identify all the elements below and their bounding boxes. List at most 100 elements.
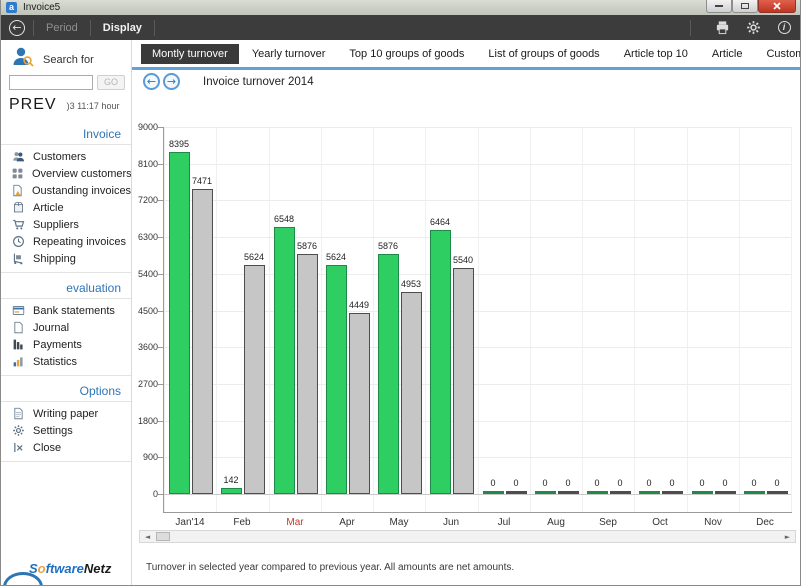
toolbar-separator (90, 20, 91, 36)
tab-yearly-turnover[interactable]: Yearly turnover (241, 44, 337, 64)
sidebar-item-settings[interactable]: Settings (1, 422, 131, 439)
tab-montly-turnover[interactable]: Montly turnover (141, 44, 239, 64)
next-year-button[interactable]: → (163, 73, 180, 90)
app-window: a Invoice5 ← Period Display (0, 0, 801, 586)
gridline-vertical (321, 127, 322, 512)
month-label-mar: Mar (269, 517, 321, 528)
minimize-button[interactable] (706, 0, 732, 13)
prev-year-button[interactable]: ← (143, 73, 160, 90)
sidebar-item-label: Journal (33, 322, 69, 334)
scroll-left-icon[interactable]: ◄ (140, 531, 155, 542)
gridline-vertical (791, 127, 792, 512)
sidebar-item-label: Close (33, 442, 61, 454)
bar-value-label: 8395 (161, 139, 197, 149)
maximize-icon (741, 3, 749, 9)
sidebar-item-customers[interactable]: Customers (1, 148, 131, 165)
bar-value-label: 5624 (318, 252, 354, 262)
bar-previous-year-jan-14 (192, 189, 213, 494)
y-axis-label: 8100 (118, 159, 158, 169)
month-label-nov: Nov (687, 517, 739, 528)
tab-list-of-groups-of-goods[interactable]: List of groups of goods (477, 44, 610, 64)
main-toolbar: ← Period Display (1, 15, 801, 40)
bar-previous-year-apr (349, 313, 370, 494)
close-icon (773, 2, 781, 10)
sidebar-item-label: Overview customers (32, 168, 131, 180)
toolbar-item-display[interactable]: Display (99, 22, 146, 34)
sidebar-item-writing-paper[interactable]: Writing paper (1, 405, 131, 422)
scroll-right-icon[interactable]: ► (780, 531, 795, 542)
shipping-icon (11, 252, 25, 266)
printer-icon (715, 20, 730, 35)
month-label-jul: Jul (478, 517, 530, 528)
tab-article[interactable]: Article (701, 44, 754, 64)
sidebar-item-journal[interactable]: Journal (1, 319, 131, 336)
section-header-options: Options (1, 381, 131, 402)
sidebar-item-shipping[interactable]: Shipping (1, 250, 131, 267)
sidebar-item-bank-statements[interactable]: Bank statements (1, 302, 131, 319)
bar-previous-year-oct (662, 491, 683, 494)
sidebar-item-oustanding-invoices[interactable]: Oustanding invoices (1, 182, 131, 199)
go-button[interactable]: GO (97, 75, 125, 90)
bar-previous-year-dec (767, 491, 788, 494)
article-icon (11, 201, 25, 215)
bar-selected-year-2014-jun (430, 230, 451, 494)
chart-title: Invoice turnover 2014 (203, 76, 314, 88)
info-button[interactable]: i (776, 20, 792, 36)
minimize-icon (715, 5, 723, 7)
sidebar-item-article[interactable]: Article (1, 199, 131, 216)
customers-icon (11, 150, 25, 164)
sidebar-item-repeating-invoices[interactable]: Repeating invoices (1, 233, 131, 250)
month-label-sep: Sep (582, 517, 634, 528)
sidebar-item-label: Statistics (33, 356, 77, 368)
gridline-vertical (478, 127, 479, 512)
horizontal-scrollbar[interactable]: ◄ ► (139, 530, 796, 543)
y-axis-line (163, 127, 164, 512)
sidebar-item-label: Customers (33, 151, 86, 163)
bar-value-label: 5876 (289, 241, 325, 251)
toolbar-separator (690, 20, 691, 36)
tab-article-top-10[interactable]: Article top 10 (613, 44, 699, 64)
print-button[interactable] (714, 20, 730, 36)
sidebar-item-label: Settings (33, 425, 73, 437)
title-bar: a Invoice5 (1, 0, 801, 15)
bar-previous-year-aug (558, 491, 579, 494)
back-button[interactable]: ← (9, 20, 25, 36)
search-input[interactable] (9, 75, 93, 90)
bar-selected-year-2014-dec (744, 491, 765, 494)
gridline-vertical (582, 127, 583, 512)
sidebar-item-label: Article (33, 202, 64, 214)
sidebar-item-overview-customers[interactable]: Overview customers (1, 165, 131, 182)
bar-selected-year-2014-oct (639, 491, 660, 494)
toolbar-separator (33, 20, 34, 36)
bar-previous-year-sep (610, 491, 631, 494)
sidebar-item-suppliers[interactable]: Suppliers (1, 216, 131, 233)
outstanding-invoices-icon (11, 184, 24, 198)
month-label-jun: Jun (425, 517, 477, 528)
toolbar-item-period: Period (42, 22, 82, 34)
logo-text: ftware (46, 561, 84, 576)
bar-value-label: 7471 (184, 176, 220, 186)
tab-customers[interactable]: Customers (755, 44, 801, 64)
sidebar-sections: InvoiceCustomersOverview customersOustan… (1, 124, 131, 462)
settings-button[interactable] (745, 20, 761, 36)
gridline-vertical (164, 127, 165, 512)
sidebar-item-payments[interactable]: Payments (1, 336, 131, 353)
bar-previous-year-jun (453, 268, 474, 494)
sidebar-item-close[interactable]: Close (1, 439, 131, 456)
maximize-button[interactable] (732, 0, 758, 13)
repeating-invoices-icon (11, 235, 25, 249)
tab-top-10-groups-of-goods[interactable]: Top 10 groups of goods (338, 44, 475, 64)
bar-selected-year-2014-mar (274, 227, 295, 494)
settings-icon (11, 424, 25, 438)
scrollbar-thumb[interactable] (156, 532, 170, 541)
month-label-apr: Apr (321, 517, 373, 528)
statistics-icon (11, 355, 25, 369)
section-header-evaluation: evaluation (1, 278, 131, 299)
y-axis-label: 3600 (118, 342, 158, 352)
y-axis-label: 900 (118, 452, 158, 462)
main-content: Montly turnoverYearly turnoverTop 10 gro… (132, 40, 801, 586)
payments-icon (11, 338, 25, 352)
sidebar-item-statistics[interactable]: Statistics (1, 353, 131, 370)
bar-value-label: 0 (759, 478, 795, 488)
close-button[interactable] (758, 0, 796, 13)
